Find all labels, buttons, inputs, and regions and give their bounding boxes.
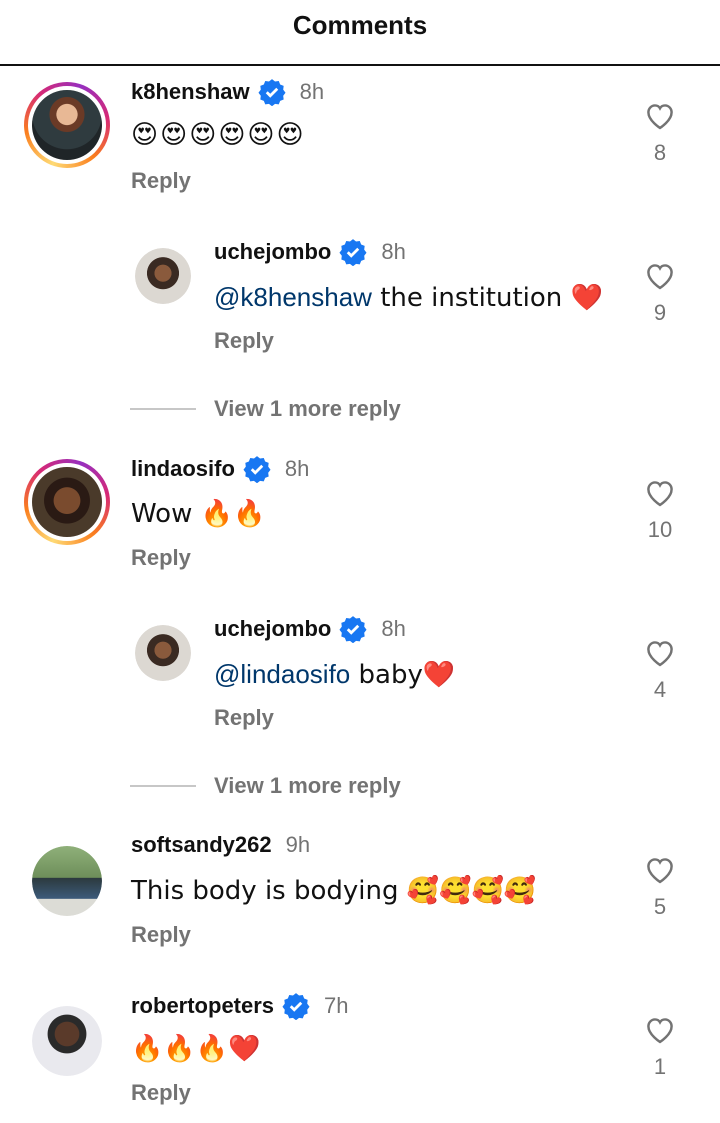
verified-badge-icon xyxy=(258,79,286,106)
like-count: 5 xyxy=(653,894,667,919)
verified-badge-icon xyxy=(339,616,367,643)
like-button[interactable]: 9 xyxy=(640,260,680,326)
comment-row: lindaosifo 8h Wow 🔥🔥 Reply 10 xyxy=(0,453,720,583)
like-count: 4 xyxy=(653,677,667,702)
username[interactable]: k8henshaw xyxy=(131,79,250,105)
timestamp: 9h xyxy=(285,832,311,857)
comment-text: @k8henshaw the institution ❤️ xyxy=(214,282,603,313)
reply-button[interactable]: Reply xyxy=(214,705,274,731)
heart-icon xyxy=(647,264,673,290)
like-count: 9 xyxy=(653,300,667,325)
comment-text: 🔥🔥🔥❤️ xyxy=(131,1034,261,1064)
username[interactable]: robertopeters xyxy=(131,993,274,1019)
comment-text: Wow 🔥🔥 xyxy=(131,499,266,529)
like-button[interactable]: 4 xyxy=(640,637,680,703)
divider-line xyxy=(130,785,196,787)
avatar-image xyxy=(32,90,102,160)
timestamp: 8h xyxy=(299,79,325,104)
page-title: Comments xyxy=(292,9,428,40)
avatar[interactable] xyxy=(135,625,191,681)
like-count: 1 xyxy=(653,1054,667,1079)
avatar[interactable] xyxy=(24,459,110,545)
divider-line xyxy=(130,408,196,410)
comment-row: softsandy262 9h This body is bodying 🥰🥰🥰… xyxy=(0,830,720,960)
avatar[interactable] xyxy=(135,248,191,304)
avatar-image xyxy=(135,625,191,681)
avatar-image xyxy=(135,248,191,304)
timestamp: 8h xyxy=(381,616,406,641)
verified-badge-icon xyxy=(282,993,310,1020)
comment-text: 😍😍😍😍😍😍 xyxy=(131,120,306,150)
comment-body: baby❤️ xyxy=(350,660,456,690)
comment-text: @lindaosifo baby❤️ xyxy=(214,659,455,690)
avatar-image xyxy=(32,467,102,537)
reply-button[interactable]: Reply xyxy=(131,545,191,571)
comment-body: the institution ❤️ xyxy=(371,283,603,313)
like-count: 8 xyxy=(653,140,667,165)
comment-row: robertopeters 7h 🔥🔥🔥❤️ Reply 1 xyxy=(0,990,720,1120)
avatar[interactable] xyxy=(32,1006,102,1076)
avatar[interactable] xyxy=(32,846,102,916)
username[interactable]: uchejombo xyxy=(214,616,331,642)
verified-badge-icon xyxy=(243,456,271,483)
timestamp: 8h xyxy=(381,239,406,264)
comments-header: Comments xyxy=(0,0,720,66)
avatar-image xyxy=(32,1006,102,1076)
heart-icon xyxy=(647,481,673,507)
view-more-label: View 1 more reply xyxy=(214,396,401,421)
reply-button[interactable]: Reply xyxy=(131,1080,191,1106)
mention-link[interactable]: @lindaosifo xyxy=(214,659,350,689)
avatar[interactable] xyxy=(24,82,110,168)
like-button[interactable]: 5 xyxy=(640,854,680,920)
username[interactable]: lindaosifo xyxy=(131,456,235,482)
avatar-image xyxy=(32,846,102,916)
timestamp: 7h xyxy=(324,993,349,1018)
like-button[interactable]: 10 xyxy=(640,477,680,543)
reply-row: uchejombo 8h @k8henshaw the institution … xyxy=(0,236,720,366)
heart-icon xyxy=(647,858,673,884)
heart-icon xyxy=(647,1018,673,1044)
reply-button[interactable]: Reply xyxy=(131,168,191,194)
view-more-replies[interactable]: View 1 more reply xyxy=(130,396,401,422)
like-button[interactable]: 1 xyxy=(640,1014,680,1080)
heart-icon xyxy=(647,641,673,667)
like-count: 10 xyxy=(647,517,673,542)
view-more-replies[interactable]: View 1 more reply xyxy=(130,773,401,799)
view-more-label: View 1 more reply xyxy=(214,773,401,798)
reply-button[interactable]: Reply xyxy=(214,328,274,354)
comment-text: This body is bodying 🥰🥰🥰🥰 xyxy=(131,876,537,906)
mention-link[interactable]: @k8henshaw xyxy=(214,282,372,312)
username[interactable]: uchejombo xyxy=(214,239,331,265)
verified-badge-icon xyxy=(339,239,367,266)
username[interactable]: softsandy262 xyxy=(131,832,272,858)
reply-row: uchejombo 8h @lindaosifo baby❤️ Reply 4 xyxy=(0,613,720,743)
like-button[interactable]: 8 xyxy=(640,100,680,166)
heart-icon xyxy=(647,104,673,130)
reply-button[interactable]: Reply xyxy=(131,922,191,948)
comment-row: k8henshaw 8h 😍😍😍😍😍😍 Reply 8 xyxy=(0,76,720,206)
timestamp: 8h xyxy=(284,456,310,481)
